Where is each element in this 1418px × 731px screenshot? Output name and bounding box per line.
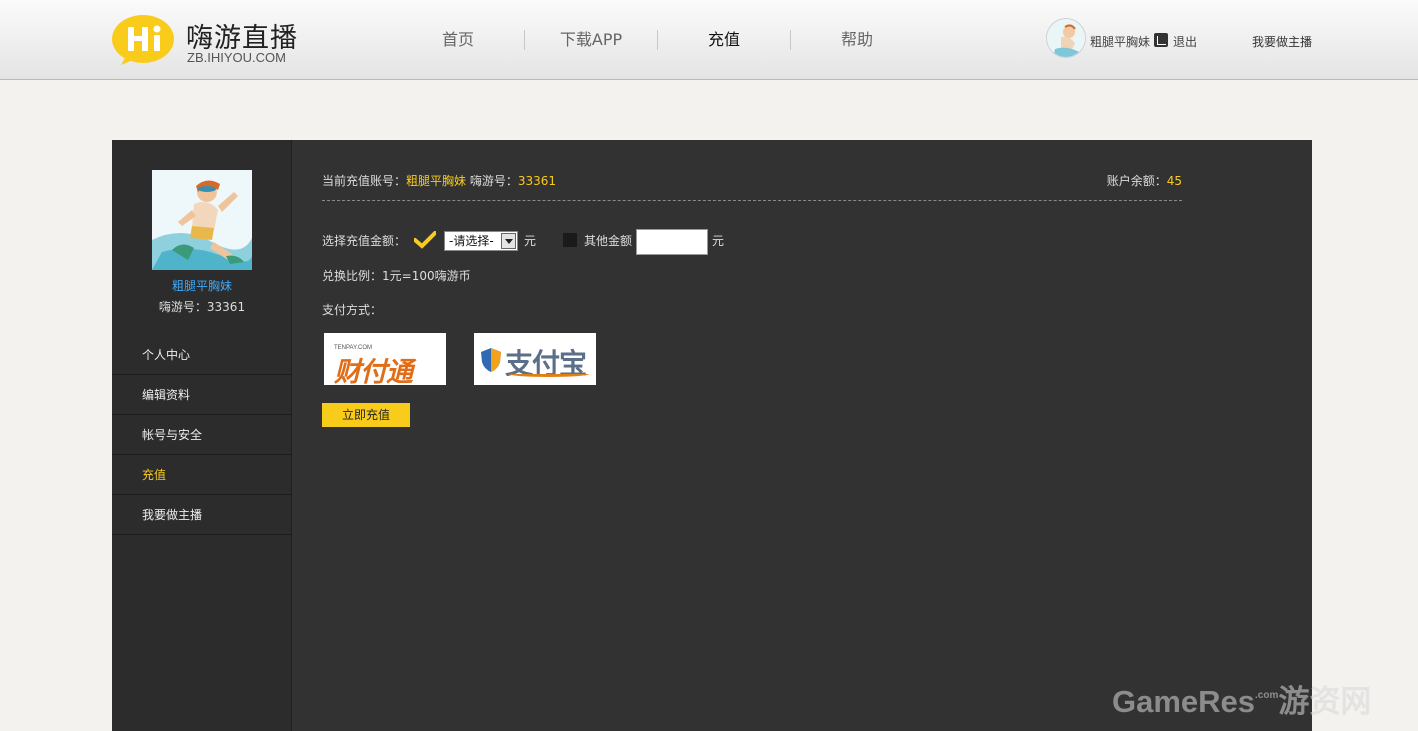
nav-recharge[interactable]: 充值 [658, 28, 790, 52]
shield-icon [481, 348, 501, 372]
sidebar-menu: 个人中心 编辑资料 帐号与安全 充值 我要做主播 [112, 335, 292, 535]
watermark-main: GameRes [1112, 684, 1256, 719]
watermark-cn: 游资网 [1278, 684, 1372, 719]
balance-label: 账户余额： [1106, 174, 1167, 188]
watermark-com: .com [1255, 690, 1279, 701]
other-amount-checkbox[interactable] [563, 233, 577, 247]
exchange-ratio: 兑换比例：1元=100嗨游币 [322, 269, 471, 283]
avatar-image [152, 170, 252, 270]
become-anchor-link[interactable]: 我要做主播 [1252, 33, 1312, 50]
checkmark-icon[interactable] [414, 231, 436, 249]
payment-method-label: 支付方式： [322, 303, 383, 317]
sidebar-item-recharge[interactable]: 充值 [112, 455, 292, 495]
logo-icon[interactable] [111, 14, 175, 66]
edit-icon[interactable] [1154, 33, 1168, 47]
unit-label: 元 [712, 234, 725, 248]
amount-select[interactable]: -请选择- [444, 231, 518, 251]
logout-link[interactable]: 退出 [1173, 33, 1197, 50]
id-label: 嗨游号： [469, 174, 518, 188]
sidebar-avatar[interactable] [152, 170, 252, 270]
header-avatar[interactable] [1046, 18, 1086, 58]
balance: 账户余额：45 [1107, 172, 1182, 189]
amount-label: 选择充值金额： [322, 234, 407, 248]
nav-download-app[interactable]: 下载APP [525, 28, 657, 52]
sidebar-username[interactable]: 粗腿平胸妹 [112, 277, 292, 294]
tenpay-option[interactable]: TENPAY.COM 财付通 [324, 333, 446, 385]
account-name: 粗腿平胸妹 [406, 174, 467, 188]
other-amount-input[interactable] [636, 229, 708, 255]
sidebar-item-become-anchor[interactable]: 我要做主播 [112, 495, 292, 535]
nav-home[interactable]: 首页 [392, 28, 524, 52]
watermark: GameRes.com游资网 [1112, 676, 1371, 721]
main-nav: 首页 下载APP 充值 帮助 [392, 28, 923, 52]
alipay-swoosh [509, 371, 589, 377]
sidebar: 粗腿平胸妹 嗨游号：33361 个人中心 编辑资料 帐号与安全 充值 我要做主播 [112, 140, 292, 731]
alipay-option[interactable]: 支付宝 [474, 333, 596, 385]
tenpay-logo-text: 财付通 [334, 357, 413, 385]
divider [322, 200, 1182, 201]
amount-row: 选择充值金额： -请选择- 元 其他金额 元 [322, 229, 1182, 255]
nav-help[interactable]: 帮助 [791, 28, 923, 52]
account-panel: 粗腿平胸妹 嗨游号：33361 个人中心 编辑资料 帐号与安全 充值 我要做主播… [112, 140, 1312, 731]
top-header: 嗨游直播 ZB.IHIYOU.COM 首页 下载APP 充值 帮助 粗腿平胸妹 … [0, 0, 1418, 80]
sidebar-item-personal-center[interactable]: 个人中心 [112, 335, 292, 375]
account-label: 当前充值账号： [322, 174, 407, 188]
id-value: 33361 [517, 174, 557, 188]
sidebar-user-id: 嗨游号：33361 [158, 300, 246, 314]
sidebar-item-edit-profile[interactable]: 编辑资料 [112, 375, 292, 415]
logo-url: ZB.IHIYOU.COM [187, 50, 286, 65]
chevron-down-icon[interactable] [501, 233, 516, 249]
amount-select-value: -请选择- [449, 234, 494, 248]
account-info-row: 当前充值账号：粗腿平胸妹 嗨游号：33361 账户余额：45 [322, 172, 1182, 188]
other-amount-label: 其他金额 [584, 234, 633, 248]
avatar-image [1047, 19, 1085, 57]
unit-label: 元 [524, 234, 537, 248]
submit-recharge-button[interactable]: 立即充值 [322, 403, 410, 427]
sidebar-item-account-security[interactable]: 帐号与安全 [112, 415, 292, 455]
header-username[interactable]: 粗腿平胸妹 [1090, 33, 1150, 50]
balance-value: 45 [1166, 174, 1182, 188]
